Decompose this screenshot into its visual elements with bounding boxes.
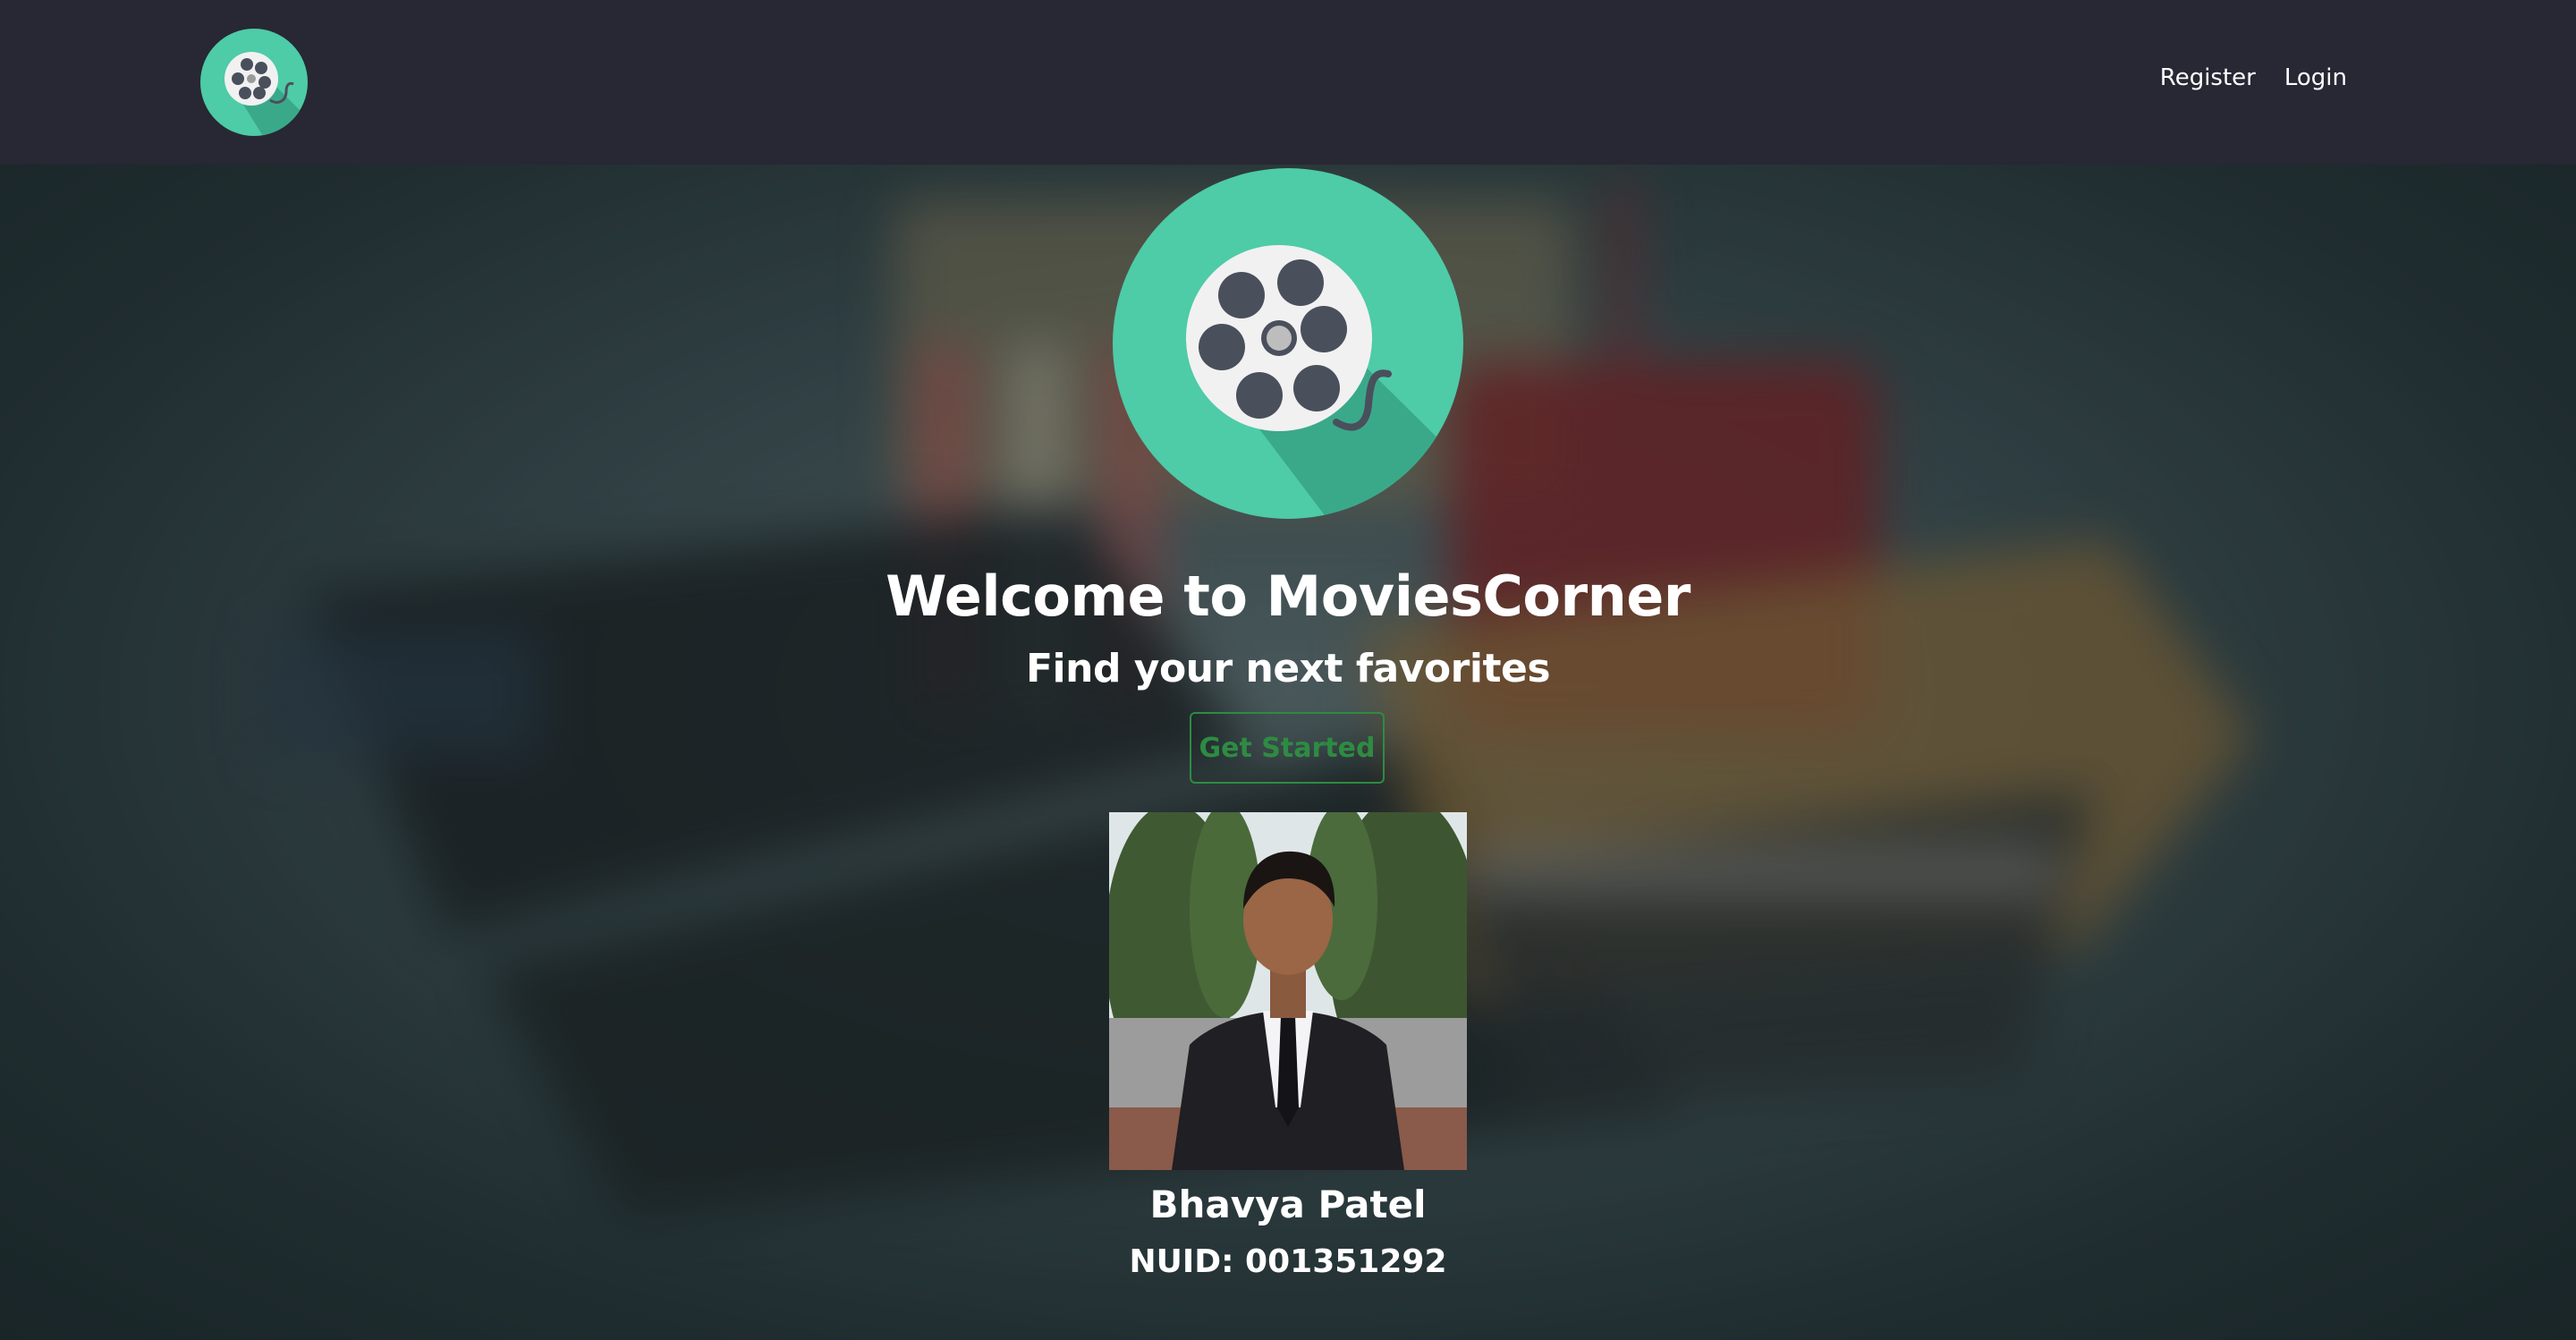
profile-name: Bhavya Patel <box>1149 1183 1427 1226</box>
register-link[interactable]: Register <box>2160 64 2256 91</box>
welcome-subtitle: Find your next favorites <box>1025 646 1551 691</box>
film-reel-icon <box>1113 168 1463 519</box>
profile-nuid: NUID: 001351292 <box>1129 1243 1447 1280</box>
login-link[interactable]: Login <box>2284 64 2347 91</box>
nav-links: Register Login <box>2160 64 2347 91</box>
profile-photo <box>1109 812 1467 1170</box>
navbar: Register Login <box>0 0 2576 165</box>
welcome-title: Welcome to MoviesCorner <box>886 564 1690 629</box>
landing-page: Register Login Welcome to MoviesCorner F… <box>0 0 2576 1340</box>
get-started-button[interactable]: Get Started <box>1190 712 1385 784</box>
film-reel-icon[interactable] <box>200 29 308 136</box>
